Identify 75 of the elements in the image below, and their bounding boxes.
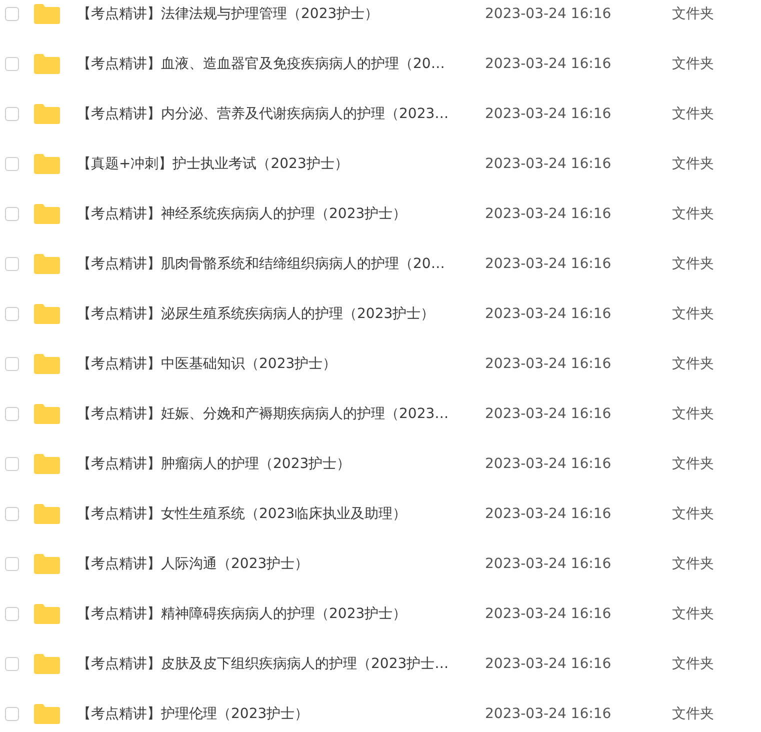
file-name[interactable]: 【考点精讲】肿瘤病人的护理（2023护士） — [77, 455, 485, 473]
modified-date: 2023-03-24 16:16 — [485, 406, 612, 422]
checkbox[interactable] — [5, 457, 19, 471]
checkbox[interactable] — [5, 57, 19, 71]
checkbox[interactable] — [5, 707, 19, 721]
file-type: 文件夹 — [672, 355, 714, 373]
folder-icon — [34, 154, 60, 174]
file-name[interactable]: 【考点精讲】神经系统疾病病人的护理（2023护士） — [77, 205, 485, 223]
file-type: 文件夹 — [672, 155, 714, 173]
file-type: 文件夹 — [672, 405, 714, 423]
modified-date: 2023-03-24 16:16 — [485, 656, 612, 672]
modified-date: 2023-03-24 16:16 — [485, 706, 612, 722]
file-name[interactable]: 【考点精讲】妊娠、分娩和产褥期疾病病人的护理（2023… — [77, 405, 485, 423]
file-type: 文件夹 — [672, 605, 714, 623]
checkbox[interactable] — [5, 407, 19, 421]
checkbox[interactable] — [5, 507, 19, 521]
file-name[interactable]: 【考点精讲】护理伦理（2023护士） — [77, 705, 485, 723]
file-type: 文件夹 — [672, 455, 714, 473]
checkbox[interactable] — [5, 357, 19, 371]
checkbox[interactable] — [5, 257, 19, 271]
checkbox[interactable] — [5, 657, 19, 671]
folder-icon — [34, 4, 60, 24]
file-name[interactable]: 【考点精讲】女性生殖系统（2023临床执业及助理） — [77, 505, 485, 523]
checkbox[interactable] — [5, 7, 19, 21]
modified-date: 2023-03-24 16:16 — [485, 556, 612, 572]
file-type: 文件夹 — [672, 5, 714, 23]
modified-date: 2023-03-24 16:16 — [485, 356, 612, 372]
folder-icon — [34, 504, 60, 524]
file-type: 文件夹 — [672, 255, 714, 273]
checkbox[interactable] — [5, 307, 19, 321]
folder-icon — [34, 404, 60, 424]
folder-icon — [34, 304, 60, 324]
folder-icon — [34, 604, 60, 624]
folder-icon — [34, 454, 60, 474]
folder-icon — [34, 554, 60, 574]
file-name[interactable]: 【考点精讲】精神障碍疾病病人的护理（2023护士） — [77, 605, 485, 623]
modified-date: 2023-03-24 16:16 — [485, 6, 612, 22]
folder-icon — [34, 704, 60, 724]
file-type: 文件夹 — [672, 305, 714, 323]
file-type: 文件夹 — [672, 55, 714, 73]
file-type: 文件夹 — [672, 205, 714, 223]
modified-date: 2023-03-24 16:16 — [485, 256, 612, 272]
modified-date: 2023-03-24 16:16 — [485, 106, 612, 122]
modified-date: 2023-03-24 16:16 — [485, 306, 612, 322]
checkbox[interactable] — [5, 107, 19, 121]
file-name[interactable]: 【真题+冲刺】护士执业考试（2023护士） — [77, 155, 485, 173]
folder-icon — [34, 354, 60, 374]
modified-date: 2023-03-24 16:16 — [485, 156, 612, 172]
modified-date: 2023-03-24 16:16 — [485, 506, 612, 522]
modified-date: 2023-03-24 16:16 — [485, 456, 612, 472]
file-type: 文件夹 — [672, 655, 714, 673]
file-name[interactable]: 【考点精讲】内分泌、营养及代谢疾病病人的护理（2023… — [77, 105, 485, 123]
file-name[interactable]: 【考点精讲】肌肉骨骼系统和结缔组织病病人的护理（20… — [77, 255, 485, 273]
checkbox[interactable] — [5, 607, 19, 621]
modified-date: 2023-03-24 16:16 — [485, 56, 612, 72]
folder-icon — [34, 54, 60, 74]
file-name[interactable]: 【考点精讲】皮肤及皮下组织疾病病人的护理（2023护士… — [77, 655, 485, 673]
file-type: 文件夹 — [672, 555, 714, 573]
modified-date: 2023-03-24 16:16 — [485, 206, 612, 222]
folder-icon — [34, 204, 60, 224]
file-type: 文件夹 — [672, 105, 714, 123]
file-name[interactable]: 【考点精讲】血液、造血器官及免疫疾病病人的护理（20… — [77, 55, 485, 73]
folder-icon — [34, 254, 60, 274]
file-name[interactable]: 【考点精讲】泌尿生殖系统疾病病人的护理（2023护士） — [77, 305, 485, 323]
file-name[interactable]: 【考点精讲】中医基础知识（2023护士） — [77, 355, 485, 373]
file-type: 文件夹 — [672, 505, 714, 523]
file-name[interactable]: 【考点精讲】人际沟通（2023护士） — [77, 555, 485, 573]
file-name[interactable]: 【考点精讲】法律法规与护理管理（2023护士） — [77, 5, 485, 23]
checkbox[interactable] — [5, 207, 19, 221]
folder-icon — [34, 654, 60, 674]
file-type: 文件夹 — [672, 705, 714, 723]
checkbox[interactable] — [5, 157, 19, 171]
folder-icon — [34, 104, 60, 124]
checkbox[interactable] — [5, 557, 19, 571]
modified-date: 2023-03-24 16:16 — [485, 606, 612, 622]
